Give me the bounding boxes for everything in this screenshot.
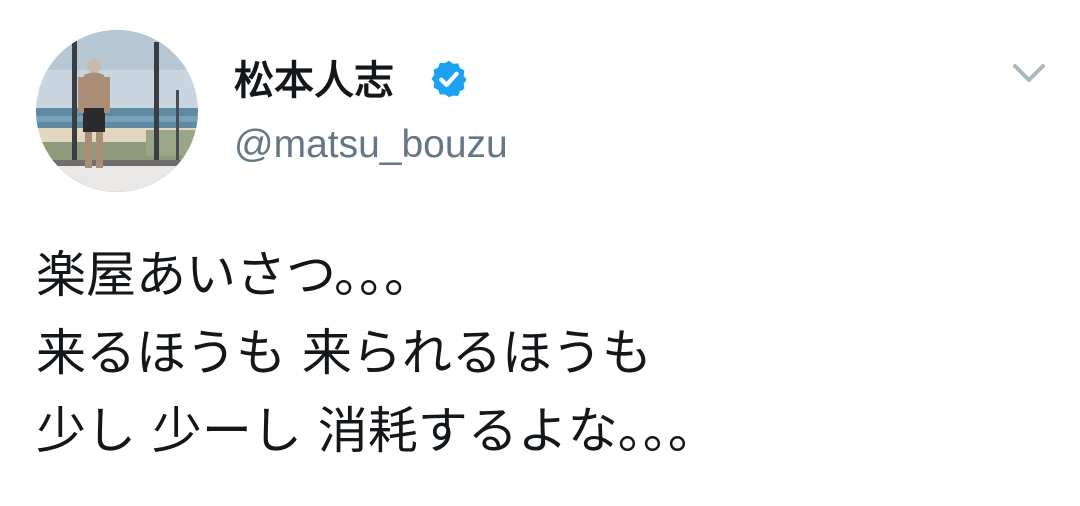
tweet-card: 松本人志 @matsu_bouzu 楽屋あいさつ。。。 来るほうも 来られるほう… <box>0 0 1080 506</box>
avatar[interactable] <box>36 30 198 192</box>
tweet-text-line: 来るほうも 来られるほうも <box>36 324 652 382</box>
display-name[interactable]: 松本人志 <box>234 57 394 105</box>
tweet-text-line: 少し 少ーし 消耗するよな。。。 <box>36 402 718 460</box>
avatar-photo <box>36 30 198 192</box>
chevron-down-icon[interactable] <box>1004 54 1054 94</box>
tweet-text: 楽屋あいさつ。。。 来るほうも 来られるほうも 少し 少ーし 消耗するよな。。。 <box>36 236 1056 470</box>
verified-badge-icon <box>431 60 467 98</box>
username-handle[interactable]: @matsu_bouzu <box>234 122 508 168</box>
tweet-text-line: 楽屋あいさつ。。。 <box>36 246 434 304</box>
